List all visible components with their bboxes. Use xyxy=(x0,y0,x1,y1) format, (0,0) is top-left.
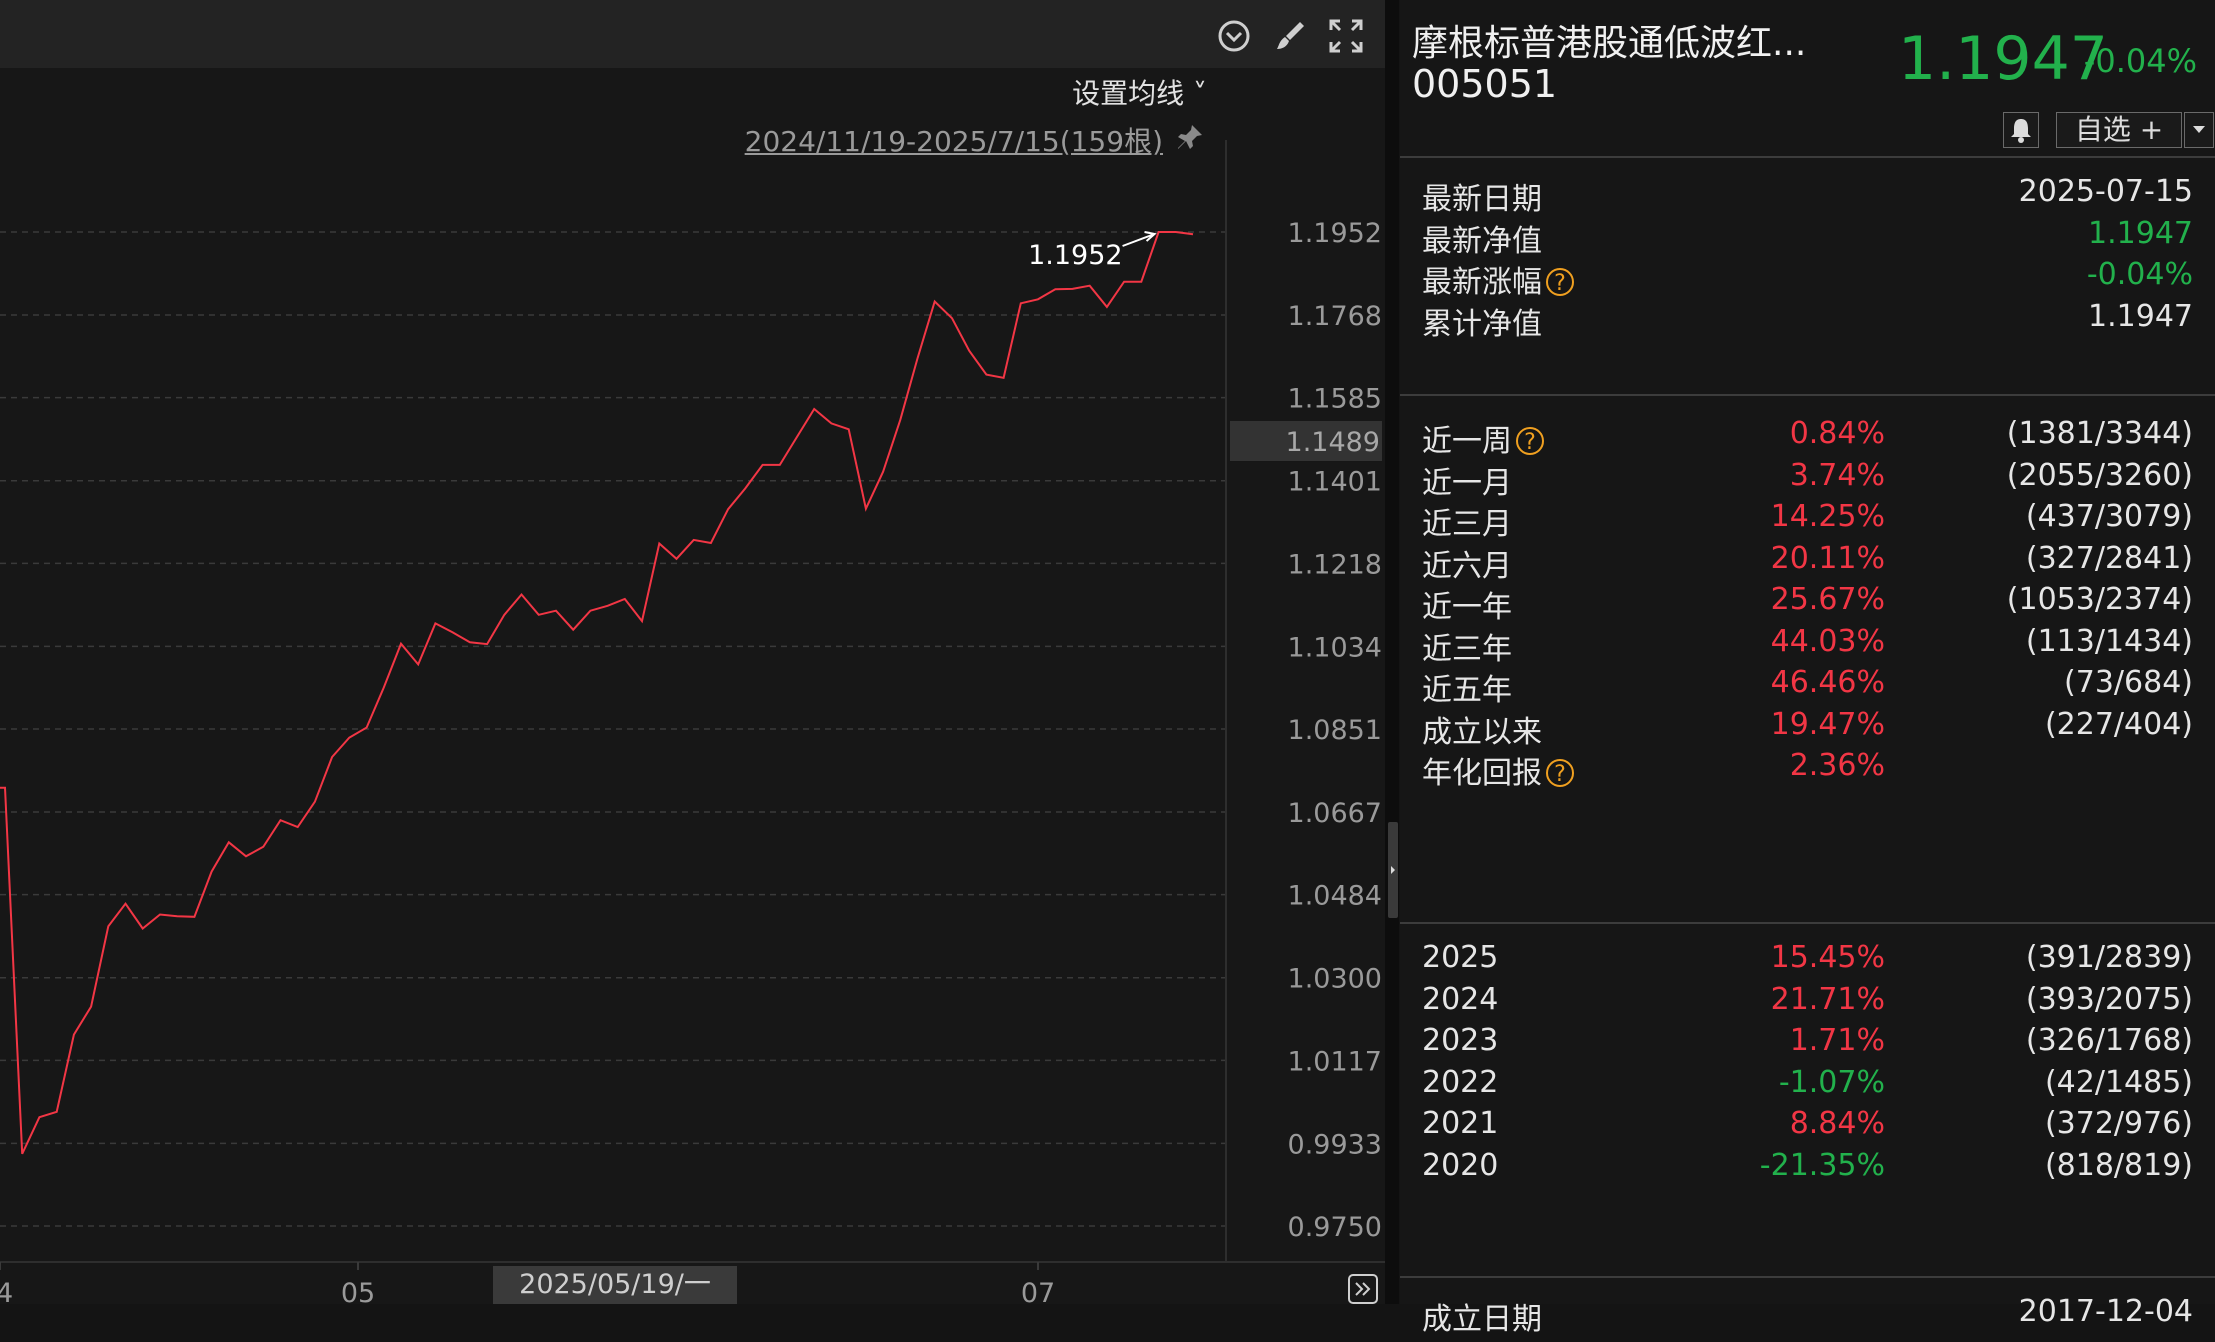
row-label: 累计净值 xyxy=(1422,299,1542,343)
return-pct: 0.84% xyxy=(1789,416,1885,451)
return-pct: 21.71% xyxy=(1770,981,1885,1017)
inception-row: 成立日期 2017-12-04 xyxy=(1400,1284,2215,1342)
nav-series-line xyxy=(0,231,1194,1155)
row-label-text: 年化回报 xyxy=(1422,756,1542,791)
row-label-text: 2025 xyxy=(1422,940,1499,975)
return-pct: 14.25% xyxy=(1770,499,1885,534)
return-pct: 19.47% xyxy=(1770,706,1885,742)
return-pct: 8.84% xyxy=(1789,1106,1885,1141)
return-pct: 25.67% xyxy=(1770,582,1885,617)
rank-value: (1053/2374) xyxy=(2006,582,2193,617)
y-tick-label: 0.9750 xyxy=(1288,1212,1382,1243)
y-tick-label: 1.0300 xyxy=(1288,964,1382,995)
alert-button[interactable] xyxy=(2003,112,2039,148)
return-pct: 44.03% xyxy=(1770,623,1885,659)
divider xyxy=(1400,394,2215,396)
x-tick-label: 05 xyxy=(341,1278,375,1304)
y-tick-label: 1.1218 xyxy=(1288,549,1382,580)
fund-name: 摩根标普港股通低波红... xyxy=(1412,23,1807,64)
row-label: 2025 xyxy=(1422,940,1498,975)
triangle-right-icon xyxy=(1391,866,1395,874)
row-label: 2024 xyxy=(1422,982,1498,1017)
x-tick-label: 07 xyxy=(1021,1278,1055,1304)
y-tick-label: 1.0851 xyxy=(1288,715,1382,746)
return-pct: 20.11% xyxy=(1770,540,1885,576)
rank-value: (73/684) xyxy=(2064,665,2193,700)
row-label: 年化回报? xyxy=(1422,748,1574,792)
y-tick-label: 1.1585 xyxy=(1288,384,1382,415)
rank-value: (2055/3260) xyxy=(2006,457,2193,493)
annotation-arrow xyxy=(1122,231,1157,247)
row-label: 2022 xyxy=(1422,1065,1498,1100)
list-item[interactable]: 年化回报? 2.36% xyxy=(1400,738,2215,796)
row-value: 1.1947 xyxy=(2088,215,2193,251)
row-label-text: 2023 xyxy=(1422,1023,1499,1058)
inception-label: 成立日期 xyxy=(1422,1302,1542,1337)
y-tick-label: 1.1034 xyxy=(1288,632,1382,663)
rank-value: (372/976) xyxy=(2044,1106,2193,1141)
row-label-text: 2020 xyxy=(1422,1147,1499,1183)
row-label: 2021 xyxy=(1422,1106,1498,1141)
rank-value: (42/1485) xyxy=(2044,1064,2193,1100)
return-pct: 15.45% xyxy=(1770,940,1885,975)
y-tick-label: 1.1401 xyxy=(1288,467,1382,498)
bell-icon xyxy=(2011,119,2031,143)
rank-value: (391/2839) xyxy=(2025,940,2193,975)
rank-value: (818/819) xyxy=(2044,1147,2193,1183)
rank-value: (327/2841) xyxy=(2025,540,2193,576)
row-value: 2025-07-15 xyxy=(2018,174,2193,209)
divider xyxy=(1400,1276,2215,1278)
row-label: 2020 xyxy=(1422,1148,1498,1183)
y-tick-label: 1.1952 xyxy=(1288,218,1382,249)
max-value-annotation: 1.1952 xyxy=(1028,240,1122,271)
rank-value: (437/3079) xyxy=(2025,499,2193,534)
rank-value: (393/2075) xyxy=(2025,981,2193,1017)
rank-value: (326/1768) xyxy=(2025,1023,2193,1058)
row-label: 2023 xyxy=(1422,1023,1498,1058)
chart-pane[interactable]: 设置均线 ˅ 2024/11/19-2025/7/15(159根) 1.1952… xyxy=(0,0,1385,1304)
y-tick-label: 1.1768 xyxy=(1288,301,1382,332)
y-tick-label: 1.0667 xyxy=(1288,798,1382,829)
splitter-handle[interactable] xyxy=(1388,822,1398,918)
list-item[interactable]: 2020 -21.35% (818/819) xyxy=(1400,1138,2215,1196)
latest-nav: 1.1947 xyxy=(1898,24,2108,94)
return-pct: 1.71% xyxy=(1789,1023,1885,1058)
return-pct: -21.35% xyxy=(1759,1147,1885,1183)
rank-value: (1381/3344) xyxy=(2006,416,2193,451)
panel-splitter[interactable] xyxy=(1385,0,1399,1304)
nav-line-chart[interactable]: 1.1952 1.1768 1.1585 1.1401 1.1218 1.1034 1.08… xyxy=(0,0,1385,1304)
y-tick-label: 1.0117 xyxy=(1288,1046,1382,1077)
latest-change: -0.04% xyxy=(2083,42,2197,80)
rank-value: (227/404) xyxy=(2044,706,2193,742)
row-value: 1.1947 xyxy=(2088,298,2193,334)
watchlist-dropdown[interactable] xyxy=(2184,112,2214,148)
help-icon[interactable]: ? xyxy=(1546,759,1574,787)
expand-panel-icon[interactable] xyxy=(1348,1274,1378,1304)
crosshair-date-label: 2025/05/19/一 xyxy=(493,1266,737,1304)
current-value-label: 1.1489 xyxy=(1286,427,1380,458)
row-value: -0.04% xyxy=(2086,257,2193,292)
return-pct: 3.74% xyxy=(1789,457,1885,493)
return-pct: -1.07% xyxy=(1778,1064,1885,1100)
fund-info-pane: 摩根标普港股通低波红... 005051 1.1947 -0.04% 自选 + … xyxy=(1400,0,2215,1337)
divider xyxy=(1400,922,2215,924)
row-label-text: 2022 xyxy=(1422,1064,1499,1100)
triangle-down-icon xyxy=(2193,126,2205,133)
rank-value: (113/1434) xyxy=(2025,623,2193,659)
fund-code: 005051 xyxy=(1412,62,1558,106)
y-tick-label: 0.9933 xyxy=(1288,1129,1382,1160)
list-item[interactable]: 累计净值 1.1947 xyxy=(1400,289,2215,347)
row-label-text: 2021 xyxy=(1422,1106,1499,1141)
y-tick-label: 1.0484 xyxy=(1288,881,1382,912)
add-watchlist-button[interactable]: 自选 + xyxy=(2056,112,2182,148)
divider xyxy=(1400,156,2215,158)
row-label-text: 累计净值 xyxy=(1422,306,1542,342)
x-tick-label: 4 xyxy=(0,1278,13,1304)
row-label-text: 2024 xyxy=(1422,981,1499,1017)
return-pct: 46.46% xyxy=(1770,665,1885,700)
return-pct: 2.36% xyxy=(1789,748,1885,783)
inception-value: 2017-12-04 xyxy=(2018,1294,2193,1329)
